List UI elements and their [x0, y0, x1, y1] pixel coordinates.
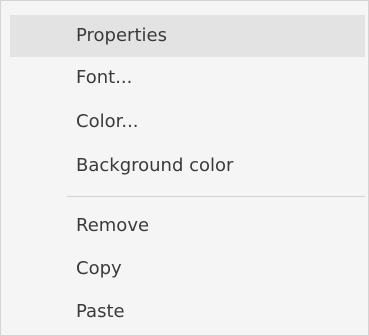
menu-item-copy[interactable]: Copy: [10, 248, 365, 290]
menu-item-label: Paste: [76, 301, 125, 322]
menu-item-label: Color...: [76, 111, 139, 132]
menu-item-background-color[interactable]: Background color: [10, 145, 365, 187]
menu-item-label: Remove: [76, 215, 150, 236]
menu-separator: [67, 196, 365, 197]
menu-item-paste[interactable]: Paste: [10, 291, 365, 333]
menu-item-properties[interactable]: Properties: [10, 15, 365, 57]
menu-item-label: Font...: [76, 67, 133, 88]
menu-item-label: Copy: [76, 258, 122, 279]
menu-item-remove[interactable]: Remove: [10, 205, 365, 247]
menu-item-label: Properties: [76, 25, 167, 46]
menu-item-font[interactable]: Font...: [10, 57, 365, 99]
menu-item-color[interactable]: Color...: [10, 101, 365, 143]
menu-item-label: Background color: [76, 155, 234, 176]
context-menu: Properties Font... Color... Background c…: [0, 0, 369, 336]
